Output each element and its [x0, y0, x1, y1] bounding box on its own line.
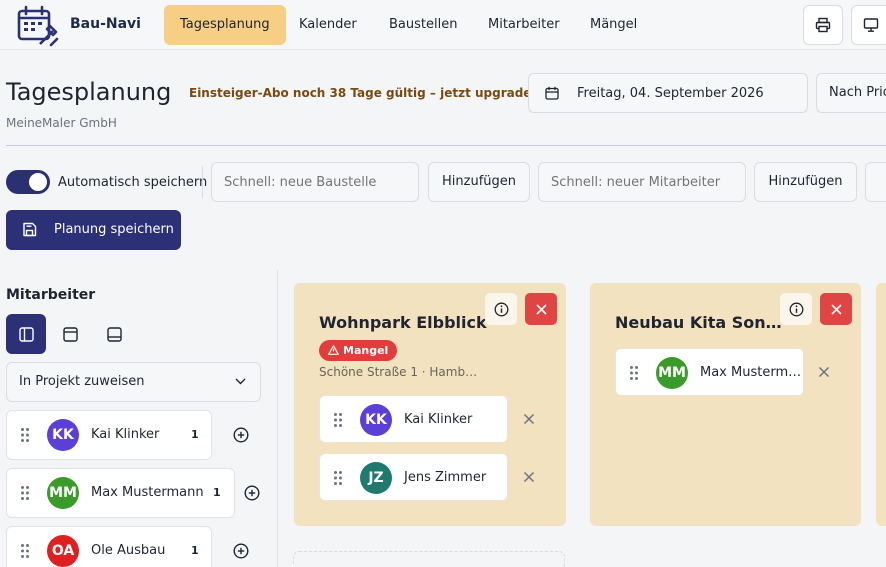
assignment-count: 1 — [213, 486, 221, 499]
display-button[interactable] — [851, 5, 886, 45]
info-icon — [494, 302, 508, 316]
assign-project-value: In Projekt zuweisen — [19, 374, 145, 389]
remove-icon[interactable] — [523, 413, 535, 425]
employee-name: Max Mustermann — [91, 485, 204, 500]
avatar: MM — [656, 357, 688, 389]
calendar-tools-logo-icon[interactable] — [16, 4, 60, 48]
assigned-employee[interactable]: JZ Jens Zimmer — [319, 453, 508, 501]
more-button[interactable] — [865, 162, 886, 202]
remove-icon[interactable] — [523, 471, 535, 483]
drag-handle-icon[interactable] — [333, 470, 343, 486]
delete-site-button[interactable] — [820, 293, 852, 325]
avatar: OA — [47, 535, 79, 567]
drag-handle-icon[interactable] — [333, 412, 343, 428]
subscription-upgrade-link[interactable]: Einsteiger-Abo noch 38 Tage gültig – jet… — [189, 86, 540, 100]
avatar: KK — [360, 404, 392, 436]
save-icon — [23, 222, 37, 237]
company-name: MeineMaler GmbH — [6, 116, 117, 130]
header-divider — [6, 145, 886, 146]
site-card-partial[interactable] — [876, 283, 886, 526]
site-address: Schöne Straße 1 · Hamb… — [319, 365, 478, 379]
employee-name: Ole Ausbau — [91, 543, 166, 558]
drag-handle-icon[interactable] — [629, 365, 639, 381]
nav-baustellen[interactable]: Baustellen — [373, 5, 473, 45]
assignment-count: 1 — [191, 428, 199, 441]
site-title: Neubau Kita Son… — [615, 313, 782, 332]
printer-icon — [815, 17, 831, 33]
drag-handle-icon[interactable] — [20, 485, 30, 501]
date-value: Freitag, 04. September 2026 — [577, 86, 764, 101]
employee-card[interactable]: OA Ole Ausbau 1 — [6, 526, 212, 567]
avatar: MM — [47, 477, 79, 509]
assigned-employee[interactable]: MM Max Musterm… — [615, 348, 804, 396]
site-card[interactable]: Neubau Kita Son… MM Max Musterm… — [590, 283, 861, 526]
delete-site-button[interactable] — [525, 293, 557, 325]
site-info-button[interactable] — [485, 293, 517, 325]
calendar-icon — [545, 86, 559, 100]
assign-project-select[interactable]: In Projekt zuweisen — [6, 362, 261, 402]
site-title: Wohnpark Elbblick — [319, 313, 487, 332]
employee-name: Kai Klinker — [404, 412, 473, 427]
page-title: Tagesplanung — [6, 78, 172, 106]
close-icon — [535, 303, 547, 315]
defect-badge-label: Mangel — [343, 344, 389, 357]
employee-name: Jens Zimmer — [404, 470, 487, 485]
employee-card[interactable]: MM Max Mustermann 1 — [6, 468, 235, 518]
sidebar-view-icon — [18, 326, 34, 342]
nav-maengel[interactable]: Mängel — [574, 5, 653, 45]
remove-icon[interactable] — [818, 366, 830, 378]
employees-heading: Mitarbeiter — [6, 287, 96, 303]
drag-handle-icon[interactable] — [20, 543, 30, 559]
drag-handle-icon[interactable] — [20, 427, 30, 443]
add-circle-icon[interactable] — [244, 485, 260, 501]
employee-card[interactable]: KK Kai Klinker 1 — [6, 410, 212, 460]
avatar: JZ — [360, 462, 392, 494]
date-picker[interactable]: Freitag, 04. September 2026 — [528, 73, 808, 113]
quick-site-input[interactable] — [211, 162, 419, 202]
autosave-label: Automatisch speichern — [58, 175, 208, 190]
bottom-panel-button[interactable] — [94, 314, 134, 354]
site-card-placeholder — [293, 551, 565, 567]
employee-name: Max Musterm… — [700, 365, 802, 380]
card-view-icon — [62, 326, 78, 342]
bottom-panel-icon — [106, 326, 122, 342]
add-employee-button[interactable]: Hinzufügen — [754, 162, 857, 202]
employee-name: Kai Klinker — [91, 427, 160, 442]
top-navigation: Bau-Navi Tagesplanung Kalender Baustelle… — [0, 0, 886, 50]
column-divider — [277, 270, 278, 567]
chevron-down-icon — [235, 378, 246, 385]
card-view-button[interactable] — [50, 314, 90, 354]
close-icon — [830, 303, 842, 315]
save-plan-label: Planung speichern — [54, 222, 174, 237]
nav-mitarbeiter[interactable]: Mitarbeiter — [472, 5, 576, 45]
autosave-toggle[interactable] — [6, 170, 50, 194]
add-site-button[interactable]: Hinzufügen — [428, 162, 530, 202]
assigned-employee[interactable]: KK Kai Klinker — [319, 395, 508, 443]
brand-name[interactable]: Bau-Navi — [70, 16, 141, 32]
sort-select[interactable]: Nach Prio — [816, 73, 886, 113]
print-button[interactable] — [803, 5, 843, 45]
avatar: KK — [47, 419, 79, 451]
site-card[interactable]: Wohnpark Elbblick Mangel Schöne Straße 1… — [294, 283, 566, 526]
assignment-count: 1 — [191, 544, 199, 557]
toolbar-separator — [202, 166, 203, 198]
monitor-icon — [863, 18, 879, 32]
info-icon — [789, 302, 803, 316]
nav-kalender[interactable]: Kalender — [283, 5, 373, 45]
sidebar-view-button[interactable] — [6, 314, 46, 354]
add-circle-icon[interactable] — [233, 427, 249, 443]
warning-icon — [328, 345, 339, 355]
nav-tagesplanung[interactable]: Tagesplanung — [164, 5, 286, 45]
site-info-button[interactable] — [780, 293, 812, 325]
quick-employee-input[interactable] — [538, 162, 746, 202]
add-circle-icon[interactable] — [233, 543, 249, 559]
defect-badge: Mangel — [319, 340, 398, 361]
save-plan-button[interactable]: Planung speichern — [6, 210, 181, 250]
